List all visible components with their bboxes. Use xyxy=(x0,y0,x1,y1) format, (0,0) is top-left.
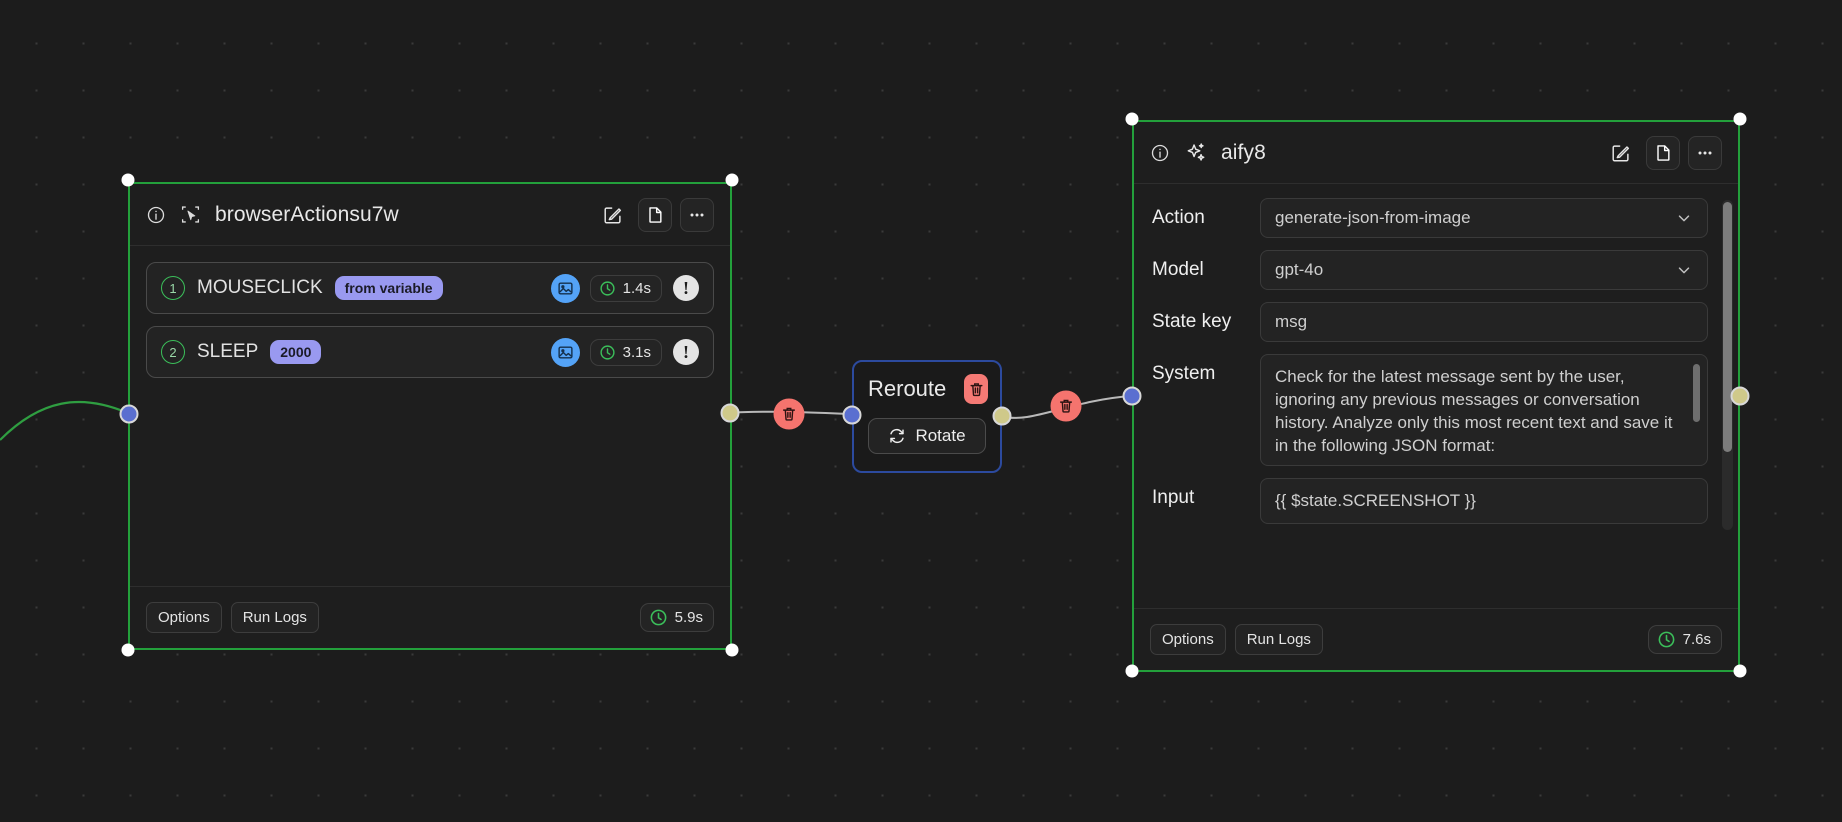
system-textarea[interactable]: Check for the latest message sent by the… xyxy=(1260,354,1708,466)
node-header: aify8 xyxy=(1134,122,1738,184)
node-form: Action generate-json-from-image Model gp… xyxy=(1134,184,1738,552)
trash-icon[interactable] xyxy=(964,374,988,404)
clock-icon xyxy=(600,280,615,296)
sparkles-icon xyxy=(1184,141,1207,164)
clock-icon xyxy=(1658,631,1675,648)
port-input-reroute[interactable] xyxy=(842,405,862,425)
node-browser-actions[interactable]: browserActionsu7w 1 MOUSECLICK from vari… xyxy=(128,182,732,650)
state-key-value: msg xyxy=(1275,312,1308,331)
step-duration-badge: 1.4s xyxy=(589,274,662,302)
textarea-scrollbar[interactable] xyxy=(1693,364,1700,422)
info-icon[interactable] xyxy=(146,205,166,225)
warning-icon[interactable]: ! xyxy=(673,339,699,365)
system-label: System xyxy=(1152,363,1216,384)
reroute-title: Reroute xyxy=(868,376,947,401)
resize-handle-bottom-left[interactable] xyxy=(1125,664,1139,678)
edge-delete-button[interactable] xyxy=(1050,390,1082,422)
workflow-canvas[interactable]: browserActionsu7w 1 MOUSECLICK from vari… xyxy=(0,0,1842,822)
node-reroute[interactable]: Reroute Rotate xyxy=(852,360,1002,473)
model-select[interactable]: gpt-4o xyxy=(1260,250,1708,290)
input-value: {{ $state.SCREENSHOT }} xyxy=(1275,491,1476,510)
edge-delete-button[interactable] xyxy=(773,398,805,430)
model-value: gpt-4o xyxy=(1275,260,1324,279)
node-footer: Options Run Logs 7.6s xyxy=(1134,608,1738,670)
port-input-aify[interactable] xyxy=(1122,386,1142,406)
image-icon[interactable] xyxy=(550,337,580,367)
duration-text: 7.6s xyxy=(1682,631,1711,648)
step-index: 1 xyxy=(161,276,185,300)
system-value: Check for the latest message sent by the… xyxy=(1275,367,1673,455)
state-key-label: State key xyxy=(1152,311,1232,332)
edge-incoming-browser xyxy=(0,400,131,441)
action-value: generate-json-from-image xyxy=(1275,208,1471,227)
clock-icon xyxy=(650,609,667,626)
port-input-browser[interactable] xyxy=(119,404,139,424)
action-select[interactable]: generate-json-from-image xyxy=(1260,198,1708,238)
port-output-aify[interactable] xyxy=(1730,386,1750,406)
resize-handle-top-left[interactable] xyxy=(121,173,135,187)
input-label: Input xyxy=(1152,487,1195,508)
clock-icon xyxy=(600,344,615,360)
options-button[interactable]: Options xyxy=(146,602,222,633)
form-row-system: System Check for the latest message sent… xyxy=(1152,354,1708,466)
resize-handle-bottom-right[interactable] xyxy=(1733,664,1747,678)
edit-icon[interactable] xyxy=(596,198,630,232)
step-name: SLEEP xyxy=(197,341,259,362)
edit-icon[interactable] xyxy=(1604,136,1638,170)
form-row-action: Action generate-json-from-image xyxy=(1152,198,1708,238)
resize-handle-top-right[interactable] xyxy=(725,173,739,187)
resize-handle-top-left[interactable] xyxy=(1125,112,1139,126)
step-row[interactable]: 1 MOUSECLICK from variable 1.4s ! xyxy=(146,262,714,314)
input-field[interactable]: {{ $state.SCREENSHOT }} xyxy=(1260,478,1708,524)
node-header: browserActionsu7w xyxy=(130,184,730,246)
resize-handle-bottom-left[interactable] xyxy=(121,643,135,657)
cursor-select-icon xyxy=(180,204,201,225)
node-footer: Options Run Logs 5.9s xyxy=(130,586,730,648)
step-name: MOUSECLICK xyxy=(197,277,323,298)
info-icon[interactable] xyxy=(1150,143,1170,163)
node-steps: 1 MOUSECLICK from variable 1.4s ! 2 SLEE… xyxy=(130,246,730,378)
step-param-badge: 2000 xyxy=(270,340,322,364)
form-row-state-key: State key msg xyxy=(1152,302,1708,342)
warning-icon[interactable]: ! xyxy=(673,275,699,301)
run-logs-button[interactable]: Run Logs xyxy=(1234,624,1323,655)
duplicate-icon[interactable] xyxy=(1646,135,1680,170)
node-duration-badge: 5.9s xyxy=(639,603,714,632)
step-row[interactable]: 2 SLEEP 2000 3.1s ! xyxy=(146,326,714,378)
form-row-model: Model gpt-4o xyxy=(1152,250,1708,290)
image-icon[interactable] xyxy=(550,273,580,303)
resize-handle-bottom-right[interactable] xyxy=(725,643,739,657)
more-options-icon[interactable] xyxy=(680,197,714,232)
resize-handle-top-right[interactable] xyxy=(1733,112,1747,126)
state-key-input[interactable]: msg xyxy=(1260,302,1708,342)
chevron-down-icon xyxy=(1675,209,1693,227)
model-label: Model xyxy=(1152,259,1204,280)
duration-text: 3.1s xyxy=(622,343,651,361)
duplicate-icon[interactable] xyxy=(638,197,672,232)
step-index: 2 xyxy=(161,340,185,364)
more-options-icon[interactable] xyxy=(1688,135,1722,170)
node-title: aify8 xyxy=(1221,140,1266,164)
node-aify[interactable]: aify8 Action generate-json-from-image Mo… xyxy=(1132,120,1740,672)
options-button[interactable]: Options xyxy=(1150,624,1226,655)
step-param-badge: from variable xyxy=(334,276,443,300)
rotate-button[interactable]: Rotate xyxy=(868,418,986,454)
port-output-browser[interactable] xyxy=(720,403,740,423)
duration-text: 5.9s xyxy=(674,609,703,626)
panel-scrollbar[interactable] xyxy=(1722,200,1733,530)
step-duration-badge: 3.1s xyxy=(589,338,662,366)
duration-text: 1.4s xyxy=(622,279,651,297)
form-row-input: Input {{ $state.SCREENSHOT }} xyxy=(1152,478,1708,524)
run-logs-button[interactable]: Run Logs xyxy=(230,602,319,633)
node-duration-badge: 7.6s xyxy=(1647,625,1722,654)
port-output-reroute[interactable] xyxy=(992,406,1012,426)
reroute-header: Reroute xyxy=(854,362,1000,404)
chevron-down-icon xyxy=(1675,261,1693,279)
action-label: Action xyxy=(1152,207,1205,228)
refresh-icon xyxy=(890,428,905,444)
node-title: browserActionsu7w xyxy=(215,202,399,226)
rotate-label: Rotate xyxy=(915,426,966,445)
